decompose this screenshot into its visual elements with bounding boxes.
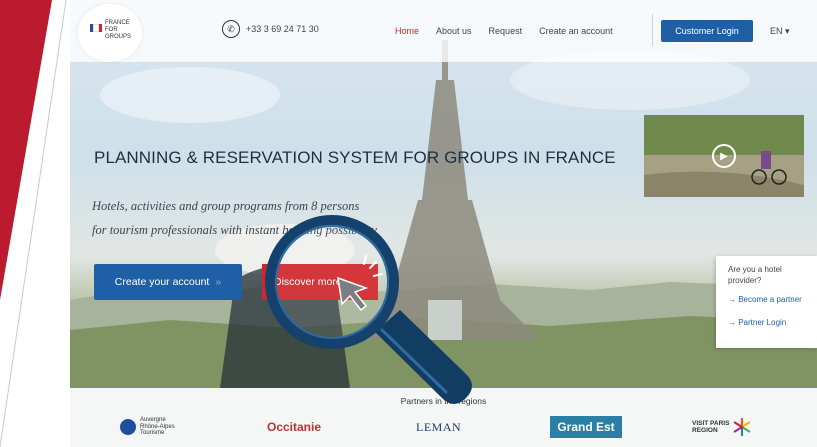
phone-number[interactable]: +33 3 69 24 71 30 (246, 24, 319, 34)
hero-subtitle: Hotels, activities and group programs fr… (92, 199, 377, 237)
chevron-right-icon: » (215, 276, 222, 288)
partner-logo-paris-region[interactable]: VISIT PARIS REGION (692, 416, 751, 438)
partners-title: Partners in the regions (400, 396, 487, 406)
starburst-icon (734, 418, 751, 436)
partner-logo-occitanie[interactable]: Occitanie (267, 416, 321, 438)
language-selector[interactable]: EN ▾ (770, 26, 790, 37)
logo-text: FRANCE FOR GROUPS (105, 20, 132, 40)
customer-login-button[interactable]: Customer Login (661, 20, 753, 42)
partner-logo-leman[interactable]: LEMAN (416, 416, 461, 438)
nav-home[interactable]: Home (395, 26, 419, 36)
phone-contact[interactable]: ✆ +33 3 69 24 71 30 (222, 20, 319, 38)
partners-strip: Partners in the regions Auvergne Rhône-A… (70, 388, 817, 447)
nav-divider (652, 14, 653, 46)
hero-title: PLANNING & RESERVATION SYSTEM FOR GROUPS… (94, 148, 616, 167)
phone-icon: ✆ (222, 20, 240, 38)
play-icon[interactable]: ▶ (712, 144, 736, 168)
nav-request[interactable]: Request (489, 26, 523, 36)
main-nav: Home About us Request Create an account (395, 26, 613, 36)
site-logo[interactable]: FRANCE FOR GROUPS (78, 4, 142, 62)
website-screenshot: FRANCE FOR GROUPS ✆ +33 3 69 24 71 30 Ho… (70, 0, 817, 447)
become-partner-link[interactable]: → Become a partner (728, 295, 817, 304)
nav-about-us[interactable]: About us (436, 26, 472, 36)
flag-icon (90, 24, 102, 32)
nav-create-account[interactable]: Create an account (539, 26, 613, 36)
site-header: FRANCE FOR GROUPS ✆ +33 3 69 24 71 30 Ho… (70, 0, 817, 62)
mountain-icon (120, 419, 136, 435)
provider-question: Are you a hotel provider? (728, 265, 782, 285)
partner-logo-grand-est[interactable]: Grand Est (550, 416, 622, 438)
hotel-provider-box: Are you a hotel provider? → Become a par… (716, 256, 817, 348)
partner-login-link[interactable]: → Partner Login (728, 318, 817, 327)
video-thumbnail[interactable]: ▶ (644, 115, 804, 197)
create-account-button[interactable]: Create your account» (94, 264, 242, 300)
discover-more-button[interactable]: Discover more (262, 264, 378, 300)
partner-logo-auvergne[interactable]: Auvergne Rhône-Alpes Tourisme (120, 416, 175, 438)
